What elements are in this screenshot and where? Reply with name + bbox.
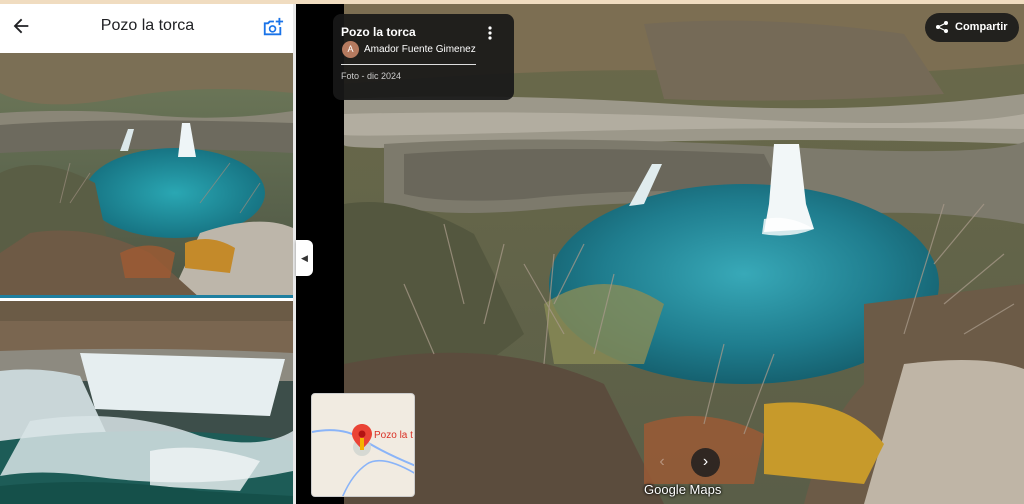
share-label: Compartir <box>955 21 1008 33</box>
collapse-panel-button[interactable]: ◀ <box>296 240 313 276</box>
add-photo-icon <box>263 17 284 36</box>
thumbnail-waterfall-pool <box>0 53 293 295</box>
caret-left-icon: ◀ <box>301 252 308 263</box>
share-button[interactable]: Compartir <box>925 13 1019 42</box>
next-photo-button[interactable]: › <box>691 448 720 477</box>
panel-title: Pozo la torca <box>100 17 195 34</box>
minimap[interactable]: Pozo la t <box>311 393 415 497</box>
chevron-left-icon: ‹ <box>659 453 665 470</box>
photo-info-card: Pozo la torca A Amador Fuente Gimenez Fo… <box>333 14 514 100</box>
chevron-right-icon: › <box>702 453 709 470</box>
share-icon <box>936 21 948 33</box>
panel-header: Pozo la torca <box>0 4 295 50</box>
photo-thumbnail-1[interactable] <box>0 53 293 298</box>
photo-thumbnail-2[interactable] <box>0 301 293 504</box>
add-photo-button[interactable] <box>262 16 284 38</box>
photo-title: Pozo la torca <box>341 25 416 39</box>
info-divider <box>341 64 476 65</box>
google-maps-watermark: Google Maps <box>644 482 722 497</box>
minimap-place-label: Pozo la t <box>374 430 413 441</box>
more-vert-icon <box>488 26 492 40</box>
minimap-canvas <box>312 394 414 496</box>
thumbnail-cascade <box>0 301 293 504</box>
photo-date: Foto - dic 2024 <box>341 71 402 81</box>
previous-photo-button[interactable]: ‹ <box>652 452 672 472</box>
author-avatar[interactable]: A <box>342 41 359 58</box>
photo-list-panel: Pozo la torca <box>0 4 295 504</box>
maps-photo-viewer: Pozo la torca ◀ Pozo la torca A Amador F… <box>0 0 1024 504</box>
author-name[interactable]: Amador Fuente Gimenez <box>364 44 476 55</box>
more-options-button[interactable] <box>483 24 497 42</box>
